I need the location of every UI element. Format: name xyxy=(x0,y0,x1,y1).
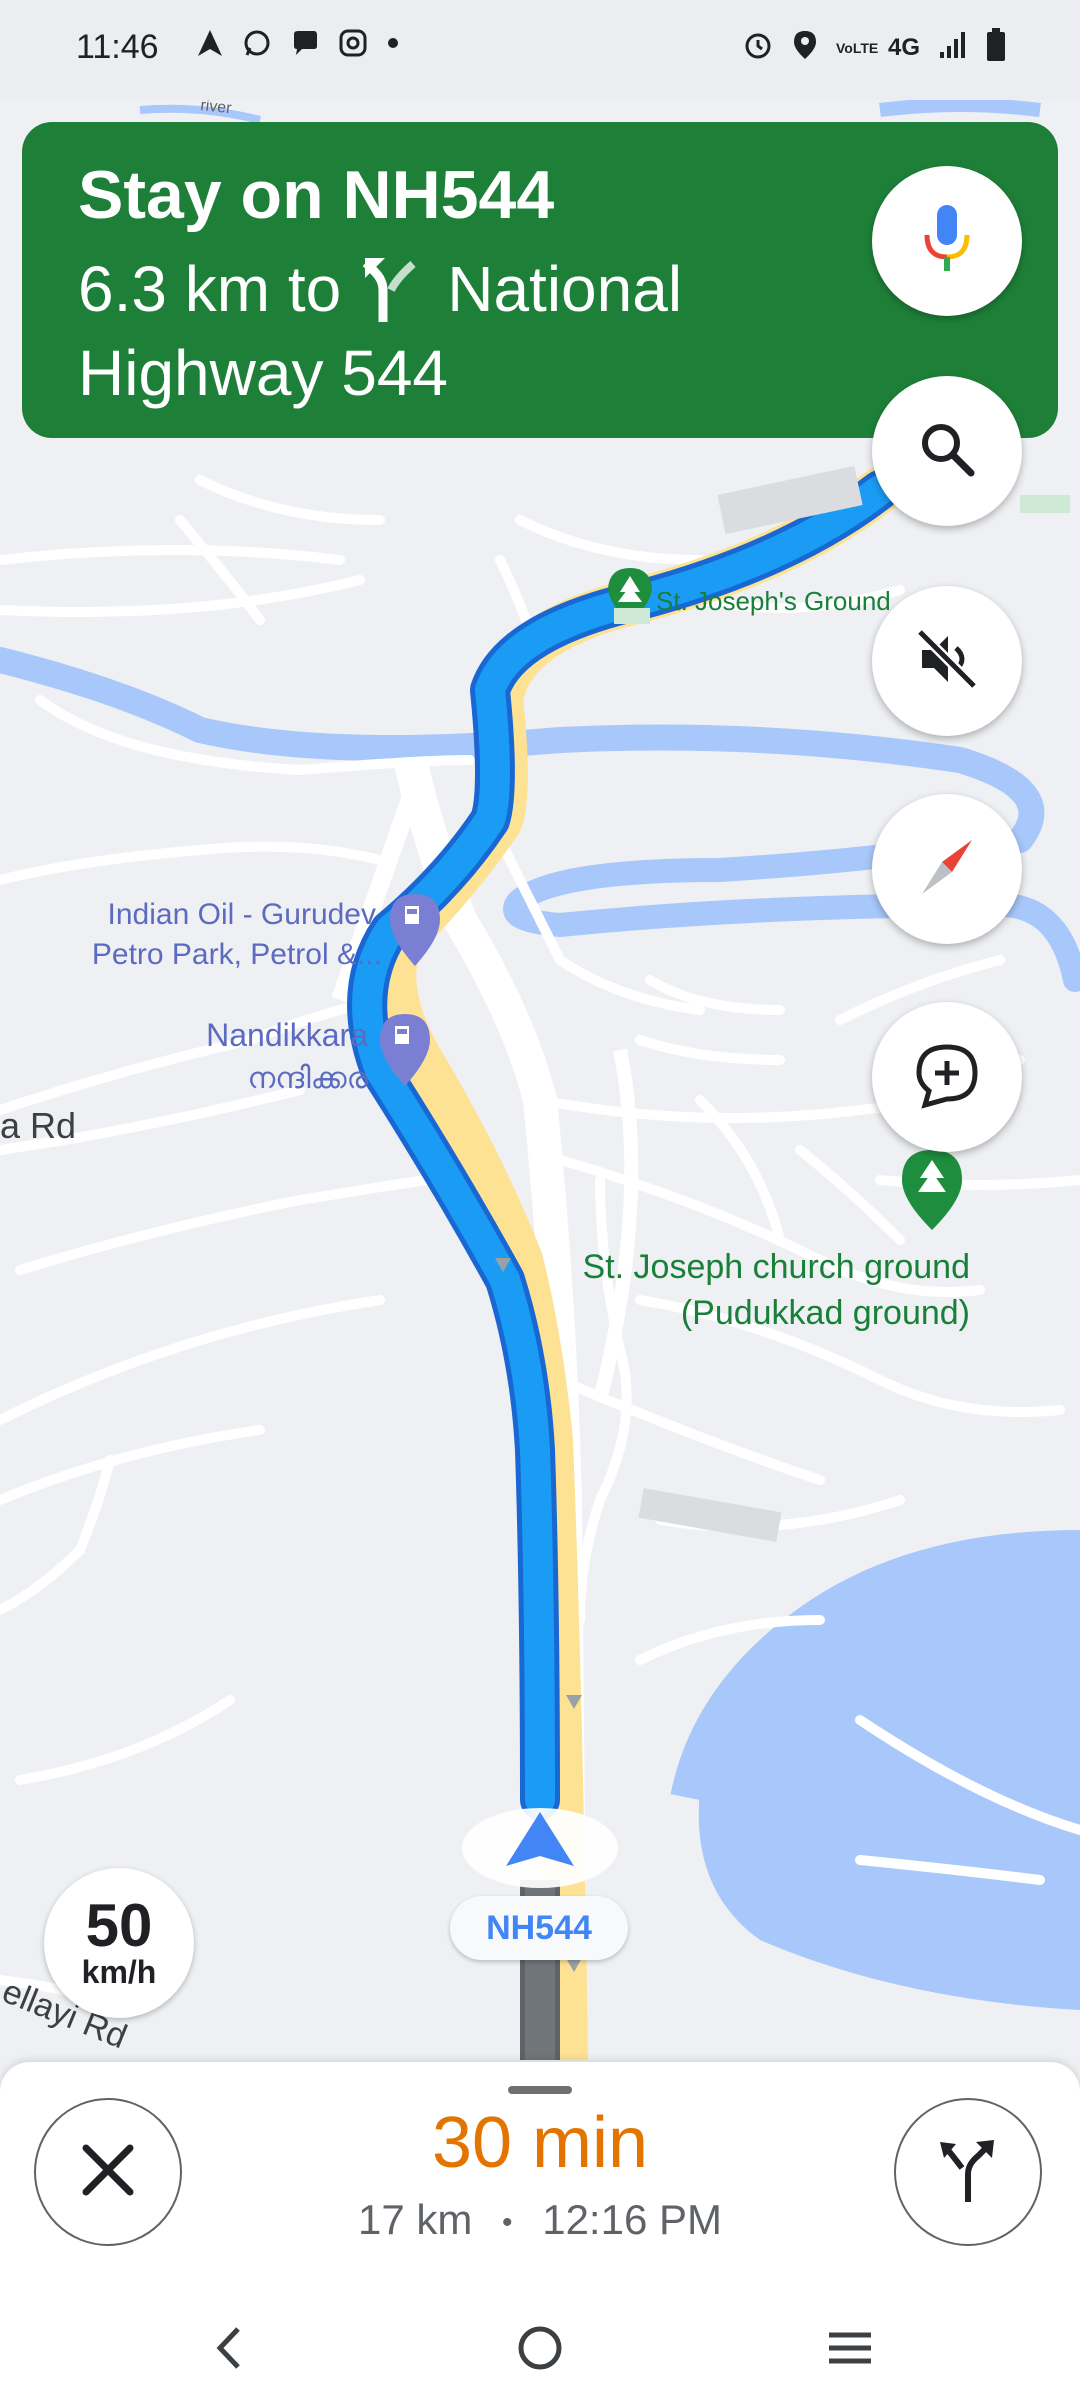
mic-icon xyxy=(917,201,977,282)
status-time: 11:46 xyxy=(76,28,159,66)
map-label-nandikkara-ml: നന്ദിക്കര xyxy=(247,1061,368,1096)
location-icon xyxy=(792,29,818,66)
alt-routes-icon xyxy=(932,2134,1004,2211)
current-location-marker xyxy=(462,1808,618,1888)
system-navigation-bar xyxy=(0,2280,1080,2400)
drag-handle[interactable] xyxy=(508,2086,572,2094)
search-icon xyxy=(915,417,979,486)
search-button[interactable] xyxy=(872,376,1022,526)
trip-summary-sheet[interactable]: 30 min 17 km • 12:16 PM xyxy=(0,2062,1080,2280)
destination-line-2: Highway 544 xyxy=(78,337,448,409)
home-button[interactable] xyxy=(500,2310,580,2390)
chat-icon xyxy=(290,28,320,63)
close-navigation-button[interactable] xyxy=(34,2098,182,2246)
park-marker-st-josephs[interactable] xyxy=(608,568,652,624)
signal-icon xyxy=(938,30,968,65)
mute-button[interactable] xyxy=(872,586,1022,736)
distance-prefix: 6.3 km to xyxy=(78,253,342,325)
add-report-button[interactable] xyxy=(872,1002,1022,1152)
whatsapp-icon xyxy=(242,28,272,63)
navigation-icon xyxy=(196,28,224,63)
current-road-label: NH544 xyxy=(450,1896,628,1960)
volume-off-icon xyxy=(914,626,980,697)
map-label-indian-oil-1: Indian Oil - Gurudev xyxy=(108,898,376,931)
instruction-distance-line: 6.3 km to National xyxy=(78,252,682,326)
speed-limit-badge: 50 km/h xyxy=(44,1868,194,2018)
add-report-icon xyxy=(911,1039,983,1116)
alarm-icon xyxy=(742,29,774,66)
keep-left-fork-icon xyxy=(363,256,425,322)
network-type: 4G xyxy=(887,33,920,61)
back-button[interactable] xyxy=(188,2310,268,2390)
map-label-road-left: a Rd xyxy=(0,1105,76,1146)
voice-search-button[interactable] xyxy=(872,166,1022,316)
map-label-nandikkara: Nandikkara xyxy=(206,1017,368,1053)
battery-icon xyxy=(986,28,1006,67)
home-icon xyxy=(515,2323,565,2378)
compass-icon xyxy=(912,832,982,907)
compass-button[interactable] xyxy=(872,794,1022,944)
alternate-routes-button[interactable] xyxy=(894,2098,1042,2246)
instagram-icon xyxy=(338,28,368,63)
recents-button[interactable] xyxy=(810,2310,890,2390)
back-icon xyxy=(208,2323,248,2378)
map-label-st-josephs-ground: St. Joseph's Ground xyxy=(656,586,891,616)
eta-arrival: 12:16 PM xyxy=(542,2196,722,2243)
destination-line-1: National xyxy=(447,253,683,325)
status-bar: 11:46 VoLTE 4G xyxy=(0,0,1080,100)
instruction-title: Stay on NH544 xyxy=(78,157,555,233)
speed-limit-unit: km/h xyxy=(81,1954,157,1990)
speed-limit-value: 50 xyxy=(85,1892,153,1959)
map-label-indian-oil-2: Petro Park, Petrol &... xyxy=(92,938,382,971)
close-icon xyxy=(78,2140,138,2205)
status-system-icons: VoLTE 4G xyxy=(742,28,1006,67)
recents-icon xyxy=(825,2323,875,2378)
eta-separator: • xyxy=(502,2205,513,2239)
volte-icon: VoLTE xyxy=(835,39,879,56)
map-label-church-1: St. Joseph church ground xyxy=(583,1248,970,1286)
eta-distance: 17 km xyxy=(357,2196,473,2243)
map-label-church-2: (Pudukkad ground) xyxy=(681,1294,970,1332)
dot-icon xyxy=(386,28,400,63)
status-notification-icons xyxy=(196,28,400,63)
